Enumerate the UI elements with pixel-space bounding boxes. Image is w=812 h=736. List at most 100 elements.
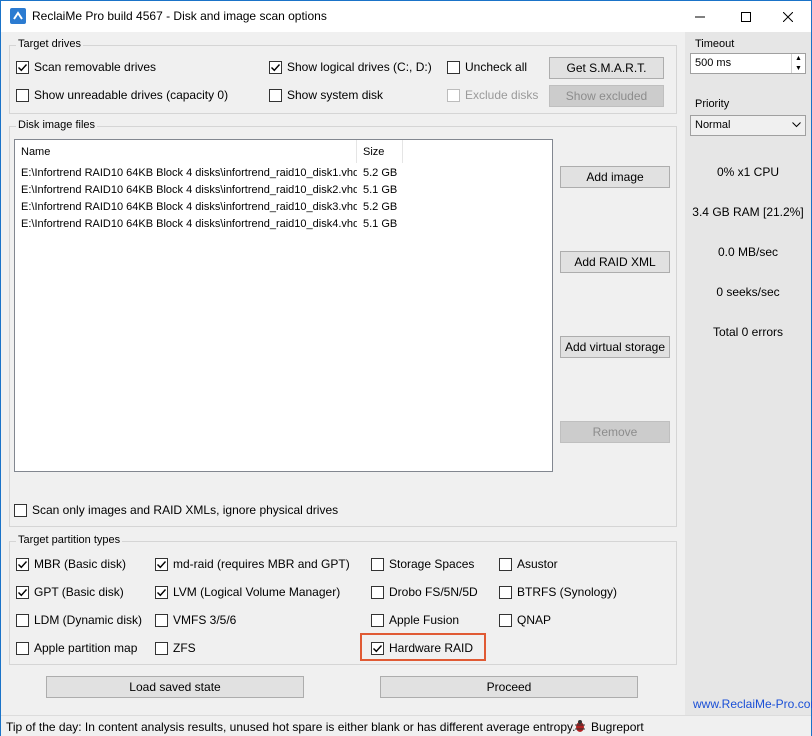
checkbox-box [155, 585, 168, 599]
disk-image-list[interactable]: Name Size E:\Infortrend RAID10 64KB Bloc… [14, 139, 553, 472]
table-row[interactable]: E:\Infortrend RAID10 64KB Block 4 disks\… [15, 218, 417, 235]
side-panel: Timeout 500 ms ▲ ▼ Priority Normal 0% x1… [685, 32, 811, 715]
checkbox-label: Scan removable drives [34, 60, 157, 74]
column-header-size[interactable]: Size [357, 140, 403, 163]
timeout-label: Timeout [695, 38, 735, 50]
add-virtual-storage-button[interactable]: Add virtual storage [560, 336, 670, 358]
checkbox-label: Asustor [517, 557, 558, 571]
maximize-icon [741, 11, 751, 22]
md-raid-checkbox[interactable]: md-raid (requires MBR and GPT) [155, 557, 350, 571]
column-header-name[interactable]: Name [15, 140, 357, 163]
minimize-button[interactable] [677, 1, 723, 32]
scan-only-images-checkbox[interactable]: Scan only images and RAID XMLs, ignore p… [14, 503, 338, 517]
bug-icon [573, 719, 587, 736]
checkbox-box [14, 503, 27, 517]
qnap-checkbox[interactable]: QNAP [499, 613, 551, 627]
maximize-button[interactable] [723, 1, 769, 32]
chevron-down-icon [792, 122, 801, 128]
checkbox-box [155, 613, 168, 627]
bugreport-link[interactable]: Bugreport [591, 720, 644, 734]
show-excluded-button[interactable]: Show excluded [549, 85, 664, 107]
table-row[interactable]: E:\Infortrend RAID10 64KB Block 4 disks\… [15, 167, 417, 184]
seeks-stat: 0 seeks/sec [716, 285, 780, 299]
vmfs-checkbox[interactable]: VMFS 3/5/6 [155, 613, 236, 627]
row-size-cell: 5.2 GB [363, 167, 398, 179]
checkbox-box [447, 60, 460, 74]
checkbox-box [269, 88, 282, 102]
gpt-checkbox[interactable]: GPT (Basic disk) [16, 585, 124, 599]
checkbox-box [371, 613, 384, 627]
checkbox-label: QNAP [517, 613, 552, 627]
lvm-checkbox[interactable]: LVM (Logical Volume Manager) [155, 585, 340, 599]
get-smart-button[interactable]: Get S.M.A.R.T. [549, 57, 664, 79]
row-size-cell: 5.1 GB [363, 184, 398, 196]
zfs-checkbox[interactable]: ZFS [155, 641, 196, 655]
website-link[interactable]: www.ReclaiMe-Pro.com [693, 697, 812, 711]
scan-removable-checkbox[interactable]: Scan removable drives [16, 60, 156, 74]
title-bar: ReclaiMe Pro build 4567 - Disk and image… [1, 1, 811, 32]
checkbox-label: Storage Spaces [389, 557, 475, 571]
checkbox-box [155, 641, 168, 655]
exclude-disks-checkbox[interactable]: Exclude disks [447, 88, 538, 102]
checkmark-icon [271, 63, 281, 71]
show-logical-drives-checkbox[interactable]: Show logical drives (C:, D:) [269, 60, 432, 74]
checkbox-label: ZFS [173, 641, 196, 655]
load-saved-state-button[interactable]: Load saved state [46, 676, 304, 698]
checkbox-box [16, 60, 29, 74]
timeout-value: 500 ms [695, 57, 732, 69]
timeout-spinner: ▲ ▼ [791, 54, 805, 73]
spin-down-icon[interactable]: ▼ [792, 64, 805, 74]
priority-value: Normal [695, 119, 731, 131]
partition-types-legend: Target partition types [16, 534, 123, 546]
checkbox-box [371, 557, 384, 571]
table-row[interactable]: E:\Infortrend RAID10 64KB Block 4 disks\… [15, 201, 417, 218]
checkbox-box [16, 613, 29, 627]
tip-of-the-day: Tip of the day: In content analysis resu… [6, 720, 576, 734]
ldm-checkbox[interactable]: LDM (Dynamic disk) [16, 613, 142, 627]
priority-label: Priority [695, 98, 730, 110]
row-name-cell: E:\Infortrend RAID10 64KB Block 4 disks\… [21, 201, 357, 213]
row-name-cell: E:\Infortrend RAID10 64KB Block 4 disks\… [21, 218, 357, 230]
show-unreadable-checkbox[interactable]: Show unreadable drives (capacity 0) [16, 88, 228, 102]
priority-select[interactable]: Normal [690, 115, 806, 136]
checkbox-label: Apple Fusion [389, 613, 460, 627]
checkbox-box [269, 60, 282, 74]
window-title: ReclaiMe Pro build 4567 - Disk and image… [32, 9, 327, 23]
checkbox-label: VMFS 3/5/6 [173, 613, 237, 627]
drobo-checkbox[interactable]: Drobo FS/5N/5D [371, 585, 478, 599]
uncheck-all-checkbox[interactable]: Uncheck all [447, 60, 527, 74]
mbr-checkbox[interactable]: MBR (Basic disk) [16, 557, 126, 571]
checkbox-box [499, 557, 512, 571]
btrfs-checkbox[interactable]: BTRFS (Synology) [499, 585, 617, 599]
checkbox-box [16, 557, 29, 571]
checkbox-label: Show system disk [287, 88, 384, 102]
timeout-spinbox[interactable]: 500 ms ▲ ▼ [690, 53, 806, 74]
apple-fusion-checkbox[interactable]: Apple Fusion [371, 613, 459, 627]
checkmark-icon [18, 588, 28, 596]
row-size-cell: 5.1 GB [363, 218, 398, 230]
throughput-stat: 0.0 MB/sec [717, 245, 779, 259]
add-raid-xml-button[interactable]: Add RAID XML [560, 251, 670, 273]
checkmark-icon [157, 588, 167, 596]
checkbox-box [499, 613, 512, 627]
close-icon [783, 11, 793, 22]
remove-button[interactable]: Remove [560, 421, 670, 443]
target-drives-legend: Target drives [16, 38, 83, 50]
errors-stat: Total 0 errors [712, 325, 784, 339]
close-button[interactable] [765, 1, 811, 32]
proceed-button[interactable]: Proceed [380, 676, 638, 698]
show-system-disk-checkbox[interactable]: Show system disk [269, 88, 383, 102]
cpu-stat: 0% x1 CPU [716, 165, 780, 179]
apple-partition-map-checkbox[interactable]: Apple partition map [16, 641, 137, 655]
checkbox-label: LDM (Dynamic disk) [34, 613, 143, 627]
checkbox-label: GPT (Basic disk) [34, 585, 124, 599]
checkbox-label: MBR (Basic disk) [34, 557, 127, 571]
spin-up-icon[interactable]: ▲ [792, 54, 805, 64]
add-image-button[interactable]: Add image [560, 166, 670, 188]
storage-spaces-checkbox[interactable]: Storage Spaces [371, 557, 474, 571]
app-window: ReclaiMe Pro build 4567 - Disk and image… [0, 0, 812, 736]
table-row[interactable]: E:\Infortrend RAID10 64KB Block 4 disks\… [15, 184, 417, 201]
minimize-icon [695, 16, 705, 17]
checkbox-label: LVM (Logical Volume Manager) [173, 585, 341, 599]
asustor-checkbox[interactable]: Asustor [499, 557, 558, 571]
